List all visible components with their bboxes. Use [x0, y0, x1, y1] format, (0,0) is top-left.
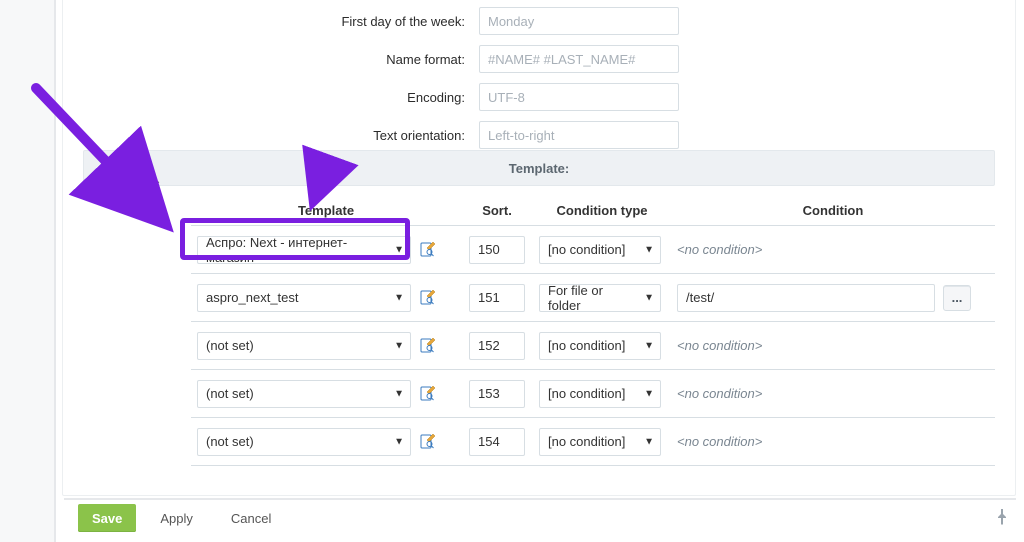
chevron-down-icon: ▼	[394, 436, 404, 447]
template-select[interactable]: (not set) ▼	[197, 380, 411, 408]
cursor-icon	[147, 172, 161, 193]
th-condition: Condition	[671, 199, 995, 222]
template-select-value: (not set)	[206, 386, 254, 401]
template-select[interactable]: (not set) ▼	[197, 428, 411, 456]
condition-type-select[interactable]: [no condition] ▼	[539, 236, 661, 264]
th-condition-type: Condition type	[533, 199, 671, 222]
condition-type-value: For file or folder	[548, 283, 638, 313]
pin-icon[interactable]	[996, 509, 1008, 528]
condition-type-value: [no condition]	[548, 338, 625, 353]
input-nameformat[interactable]: #NAME# #LAST_NAME#	[479, 45, 679, 73]
chevron-down-icon: ▼	[394, 340, 404, 351]
template-select-value: Аспро: Next - интернет-магазин	[206, 235, 388, 265]
table-row: Аспро: Next - интернет-магазин ▼ 150 [no co…	[191, 226, 995, 274]
edit-template-icon[interactable]	[419, 385, 435, 403]
section-header-label: Template:	[509, 161, 569, 176]
sort-input[interactable]: 151	[469, 284, 525, 312]
template-select[interactable]: Аспро: Next - интернет-магазин ▼	[197, 236, 411, 264]
input-encoding[interactable]: UTF-8	[479, 83, 679, 111]
section-header-template: Template:	[83, 150, 995, 186]
condition-type-value: [no condition]	[548, 434, 625, 449]
no-condition-label: <no condition>	[677, 386, 762, 401]
sort-input[interactable]: 153	[469, 380, 525, 408]
table-row: (not set) ▼ 154 [no condition] ▼ <no conditio…	[191, 418, 995, 466]
table-row: (not set) ▼ 152 [no condition] ▼ <no conditio…	[191, 322, 995, 370]
apply-button[interactable]: Apply	[146, 504, 207, 532]
no-condition-label: <no condition>	[677, 434, 762, 449]
condition-input[interactable]: /test/	[677, 284, 935, 312]
sort-input[interactable]: 152	[469, 332, 525, 360]
edit-template-icon[interactable]	[419, 289, 435, 307]
button-bar: Save Apply Cancel	[64, 498, 1016, 536]
template-select-value: (not set)	[206, 338, 254, 353]
save-button[interactable]: Save	[78, 504, 136, 532]
condition-type-value: [no condition]	[548, 242, 625, 257]
no-condition-label: <no condition>	[677, 242, 762, 257]
settings-form: First day of the week: Monday Name forma…	[63, 0, 1015, 156]
condition-type-select[interactable]: For file or folder ▼	[539, 284, 661, 312]
th-template: Template	[191, 199, 461, 222]
edit-template-icon[interactable]	[419, 241, 435, 259]
chevron-down-icon: ▼	[644, 436, 654, 447]
no-condition-label: <no condition>	[677, 338, 762, 353]
templates-table: Template Sort. Condition type Condition …	[191, 196, 995, 466]
left-gutter	[0, 0, 56, 542]
condition-type-value: [no condition]	[548, 386, 625, 401]
table-header: Template Sort. Condition type Condition	[191, 196, 995, 226]
label-orientation: Text orientation:	[83, 128, 479, 143]
input-orientation[interactable]: Left-to-right	[479, 121, 679, 149]
condition-type-select[interactable]: [no condition] ▼	[539, 380, 661, 408]
template-select[interactable]: aspro_next_test ▼	[197, 284, 411, 312]
chevron-down-icon: ▼	[394, 388, 404, 399]
settings-card: First day of the week: Monday Name forma…	[62, 0, 1016, 496]
sort-input[interactable]: 150	[469, 236, 525, 264]
edit-template-icon[interactable]	[419, 337, 435, 355]
table-row: (not set) ▼ 153 [no condition] ▼ <no conditio…	[191, 370, 995, 418]
condition-type-select[interactable]: [no condition] ▼	[539, 428, 661, 456]
th-sort: Sort.	[461, 199, 533, 222]
label-encoding: Encoding:	[83, 90, 479, 105]
chevron-down-icon: ▼	[394, 292, 404, 303]
chevron-down-icon: ▼	[394, 244, 404, 255]
chevron-down-icon: ▼	[644, 388, 654, 399]
template-select[interactable]: (not set) ▼	[197, 332, 411, 360]
cancel-button[interactable]: Cancel	[217, 504, 285, 532]
browse-button[interactable]: ...	[943, 285, 971, 311]
template-select-value: (not set)	[206, 434, 254, 449]
chevron-down-icon: ▼	[644, 340, 654, 351]
input-weekday[interactable]: Monday	[479, 7, 679, 35]
template-select-value: aspro_next_test	[206, 290, 299, 305]
condition-type-select[interactable]: [no condition] ▼	[539, 332, 661, 360]
label-nameformat: Name format:	[83, 52, 479, 67]
edit-template-icon[interactable]	[419, 433, 435, 451]
table-row: aspro_next_test ▼ 151 For file or folder ▼ /t…	[191, 274, 995, 322]
sort-input[interactable]: 154	[469, 428, 525, 456]
label-weekday: First day of the week:	[83, 14, 479, 29]
chevron-down-icon: ▼	[644, 292, 654, 303]
chevron-down-icon: ▼	[644, 244, 654, 255]
